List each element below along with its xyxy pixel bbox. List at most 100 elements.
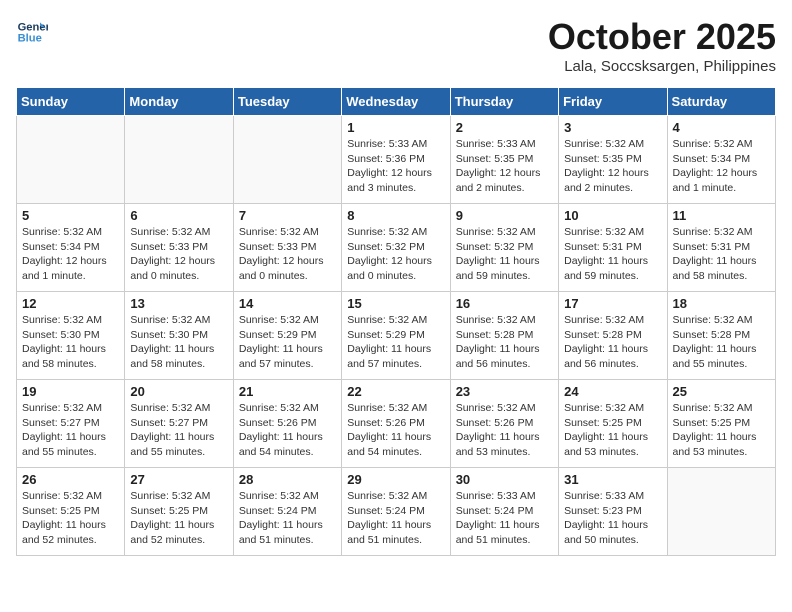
day-number: 2 xyxy=(456,120,553,135)
day-info: Sunrise: 5:32 AMSunset: 5:24 PMDaylight:… xyxy=(239,489,336,548)
day-info: Sunrise: 5:32 AMSunset: 5:29 PMDaylight:… xyxy=(239,313,336,372)
day-number: 24 xyxy=(564,384,661,399)
calendar-body: 1 Sunrise: 5:33 AMSunset: 5:36 PMDaylight… xyxy=(17,116,776,556)
calendar-cell: 1 Sunrise: 5:33 AMSunset: 5:36 PMDaylight… xyxy=(342,116,450,204)
day-number: 8 xyxy=(347,208,444,223)
day-number: 26 xyxy=(22,472,119,487)
calendar-cell: 3 Sunrise: 5:32 AMSunset: 5:35 PMDaylight… xyxy=(559,116,667,204)
page-header: General Blue October 2025 Lala, Soccsksa… xyxy=(16,16,776,75)
svg-text:Blue: Blue xyxy=(18,33,42,45)
day-info: Sunrise: 5:32 AMSunset: 5:31 PMDaylight:… xyxy=(564,225,661,284)
day-info: Sunrise: 5:32 AMSunset: 5:27 PMDaylight:… xyxy=(22,401,119,460)
day-info: Sunrise: 5:32 AMSunset: 5:27 PMDaylight:… xyxy=(130,401,227,460)
day-number: 10 xyxy=(564,208,661,223)
day-info: Sunrise: 5:33 AMSunset: 5:35 PMDaylight:… xyxy=(456,137,553,196)
calendar-cell: 26 Sunrise: 5:32 AMSunset: 5:25 PMDayligh… xyxy=(17,468,125,556)
calendar-cell: 20 Sunrise: 5:32 AMSunset: 5:27 PMDayligh… xyxy=(125,380,233,468)
calendar-cell: 24 Sunrise: 5:32 AMSunset: 5:25 PMDayligh… xyxy=(559,380,667,468)
column-header-saturday: Saturday xyxy=(667,88,775,116)
day-number: 6 xyxy=(130,208,227,223)
day-number: 17 xyxy=(564,296,661,311)
day-number: 25 xyxy=(673,384,770,399)
week-row-2: 12 Sunrise: 5:32 AMSunset: 5:30 PMDayligh… xyxy=(17,292,776,380)
calendar-cell: 11 Sunrise: 5:32 AMSunset: 5:31 PMDayligh… xyxy=(667,204,775,292)
day-number: 9 xyxy=(456,208,553,223)
day-info: Sunrise: 5:32 AMSunset: 5:26 PMDaylight:… xyxy=(239,401,336,460)
calendar-cell: 21 Sunrise: 5:32 AMSunset: 5:26 PMDayligh… xyxy=(233,380,341,468)
calendar-cell: 28Sunrise: 5:32 AMSunset: 5:24 PMDayligh… xyxy=(233,468,341,556)
day-info: Sunrise: 5:32 AMSunset: 5:34 PMDaylight:… xyxy=(22,225,119,284)
calendar-cell: 2 Sunrise: 5:33 AMSunset: 5:35 PMDaylight… xyxy=(450,116,558,204)
column-header-friday: Friday xyxy=(559,88,667,116)
calendar-cell: 9 Sunrise: 5:32 AMSunset: 5:32 PMDaylight… xyxy=(450,204,558,292)
day-info: Sunrise: 5:32 AMSunset: 5:32 PMDaylight:… xyxy=(456,225,553,284)
calendar-cell: 10 Sunrise: 5:32 AMSunset: 5:31 PMDayligh… xyxy=(559,204,667,292)
calendar-cell: 14 Sunrise: 5:32 AMSunset: 5:29 PMDayligh… xyxy=(233,292,341,380)
day-number: 18 xyxy=(673,296,770,311)
day-number: 30 xyxy=(456,472,553,487)
day-number: 14 xyxy=(239,296,336,311)
day-info: Sunrise: 5:32 AMSunset: 5:28 PMDaylight:… xyxy=(456,313,553,372)
day-info: Sunrise: 5:32 AMSunset: 5:25 PMDaylight:… xyxy=(564,401,661,460)
day-number: 16 xyxy=(456,296,553,311)
day-info: Sunrise: 5:32 AMSunset: 5:24 PMDaylight:… xyxy=(347,489,444,548)
day-number: 27 xyxy=(130,472,227,487)
calendar-cell: 13Sunrise: 5:32 AMSunset: 5:30 PMDayligh… xyxy=(125,292,233,380)
calendar-cell: 12 Sunrise: 5:32 AMSunset: 5:30 PMDayligh… xyxy=(17,292,125,380)
day-number: 12 xyxy=(22,296,119,311)
day-number: 23 xyxy=(456,384,553,399)
calendar-cell xyxy=(125,116,233,204)
day-number: 20 xyxy=(130,384,227,399)
day-number: 1 xyxy=(347,120,444,135)
calendar-cell: 25 Sunrise: 5:32 AMSunset: 5:25 PMDayligh… xyxy=(667,380,775,468)
calendar-cell: 5 Sunrise: 5:32 AMSunset: 5:34 PMDaylight… xyxy=(17,204,125,292)
week-row-4: 26 Sunrise: 5:32 AMSunset: 5:25 PMDayligh… xyxy=(17,468,776,556)
day-number: 3 xyxy=(564,120,661,135)
day-info: Sunrise: 5:32 AMSunset: 5:25 PMDaylight:… xyxy=(673,401,770,460)
day-number: 7 xyxy=(239,208,336,223)
day-info: Sunrise: 5:33 AMSunset: 5:36 PMDaylight:… xyxy=(347,137,444,196)
column-header-monday: Monday xyxy=(125,88,233,116)
day-info: Sunrise: 5:32 AMSunset: 5:28 PMDaylight:… xyxy=(673,313,770,372)
day-number: 4 xyxy=(673,120,770,135)
day-number: 19 xyxy=(22,384,119,399)
calendar-cell: 6Sunrise: 5:32 AMSunset: 5:33 PMDaylight… xyxy=(125,204,233,292)
day-info: Sunrise: 5:33 AMSunset: 5:24 PMDaylight:… xyxy=(456,489,553,548)
column-header-sunday: Sunday xyxy=(17,88,125,116)
day-info: Sunrise: 5:32 AMSunset: 5:30 PMDaylight:… xyxy=(22,313,119,372)
calendar-table: SundayMondayTuesdayWednesdayThursdayFrid… xyxy=(16,87,776,556)
calendar-cell xyxy=(17,116,125,204)
day-info: Sunrise: 5:32 AMSunset: 5:26 PMDaylight:… xyxy=(456,401,553,460)
calendar-cell: 31 Sunrise: 5:33 AMSunset: 5:23 PMDayligh… xyxy=(559,468,667,556)
calendar-cell: 4 Sunrise: 5:32 AMSunset: 5:34 PMDaylight… xyxy=(667,116,775,204)
day-number: 21 xyxy=(239,384,336,399)
day-number: 15 xyxy=(347,296,444,311)
logo-icon: General Blue xyxy=(16,16,48,48)
day-info: Sunrise: 5:32 AMSunset: 5:34 PMDaylight:… xyxy=(673,137,770,196)
calendar-cell: 15Sunrise: 5:32 AMSunset: 5:29 PMDayligh… xyxy=(342,292,450,380)
week-row-3: 19 Sunrise: 5:32 AMSunset: 5:27 PMDayligh… xyxy=(17,380,776,468)
day-number: 5 xyxy=(22,208,119,223)
day-info: Sunrise: 5:32 AMSunset: 5:25 PMDaylight:… xyxy=(130,489,227,548)
day-info: Sunrise: 5:32 AMSunset: 5:25 PMDaylight:… xyxy=(22,489,119,548)
calendar-cell: 22Sunrise: 5:32 AMSunset: 5:26 PMDayligh… xyxy=(342,380,450,468)
calendar-cell: 19 Sunrise: 5:32 AMSunset: 5:27 PMDayligh… xyxy=(17,380,125,468)
day-info: Sunrise: 5:32 AMSunset: 5:28 PMDaylight:… xyxy=(564,313,661,372)
day-info: Sunrise: 5:32 AMSunset: 5:26 PMDaylight:… xyxy=(347,401,444,460)
day-number: 31 xyxy=(564,472,661,487)
calendar-cell xyxy=(233,116,341,204)
day-info: Sunrise: 5:32 AMSunset: 5:32 PMDaylight:… xyxy=(347,225,444,284)
month-title: October 2025 xyxy=(548,16,776,58)
day-info: Sunrise: 5:32 AMSunset: 5:30 PMDaylight:… xyxy=(130,313,227,372)
calendar-cell: 23 Sunrise: 5:32 AMSunset: 5:26 PMDayligh… xyxy=(450,380,558,468)
location: Lala, Soccsksargen, Philippines xyxy=(548,58,776,75)
day-number: 11 xyxy=(673,208,770,223)
day-info: Sunrise: 5:32 AMSunset: 5:35 PMDaylight:… xyxy=(564,137,661,196)
week-row-0: 1 Sunrise: 5:33 AMSunset: 5:36 PMDaylight… xyxy=(17,116,776,204)
title-block: October 2025 Lala, Soccsksargen, Philipp… xyxy=(548,16,776,75)
calendar-cell: 29Sunrise: 5:32 AMSunset: 5:24 PMDayligh… xyxy=(342,468,450,556)
day-info: Sunrise: 5:33 AMSunset: 5:23 PMDaylight:… xyxy=(564,489,661,548)
calendar-cell: 30 Sunrise: 5:33 AMSunset: 5:24 PMDayligh… xyxy=(450,468,558,556)
calendar-cell: 16 Sunrise: 5:32 AMSunset: 5:28 PMDayligh… xyxy=(450,292,558,380)
day-info: Sunrise: 5:32 AMSunset: 5:31 PMDaylight:… xyxy=(673,225,770,284)
